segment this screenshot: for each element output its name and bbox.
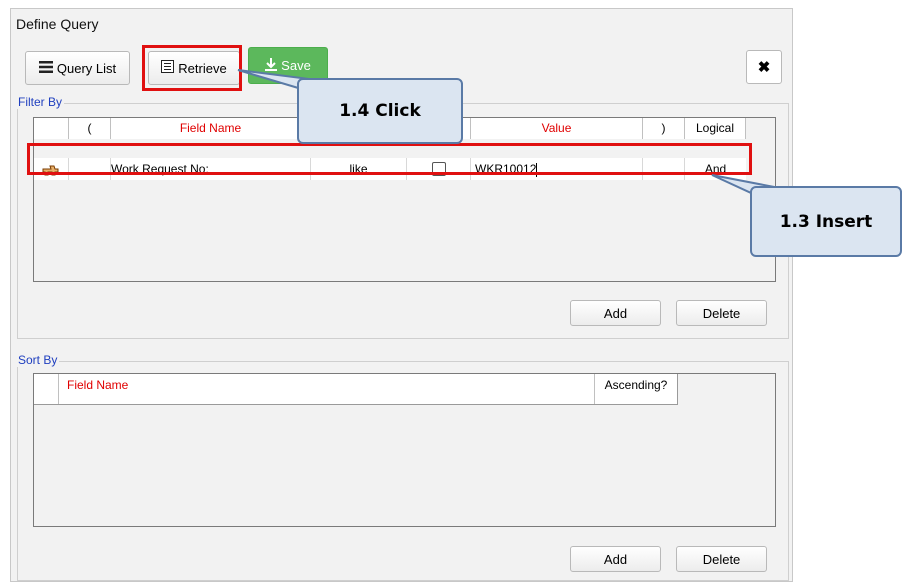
filter-add-button[interactable]: Add xyxy=(570,300,661,326)
insert-callout: 1.3 Insert xyxy=(750,186,902,257)
column-open-paren[interactable]: ( xyxy=(69,118,111,139)
column-logical[interactable]: Logical xyxy=(685,118,746,139)
filter-delete-button[interactable]: Delete xyxy=(676,300,767,326)
click-callout: 1.4 Click xyxy=(297,78,463,144)
column-close-paren[interactable]: ) xyxy=(643,118,685,139)
sort-grid-header: Field Name Ascending? xyxy=(34,374,678,405)
sort-column-field-name[interactable]: Field Name xyxy=(59,374,595,404)
close-button[interactable]: ✖ xyxy=(746,50,782,84)
sort-column-selector xyxy=(34,374,59,404)
query-list-label: Query List xyxy=(56,60,117,76)
column-value[interactable]: Value xyxy=(471,118,643,139)
sort-grid: Field Name Ascending? xyxy=(33,373,776,527)
sort-add-button[interactable]: Add xyxy=(570,546,661,572)
list-icon xyxy=(38,60,53,76)
dialog-title: Define Query xyxy=(16,16,99,32)
retrieve-highlight xyxy=(142,45,242,91)
close-icon: ✖ xyxy=(757,59,771,76)
filter-by-legend: Filter By xyxy=(16,95,65,109)
sort-by-legend: Sort By xyxy=(16,353,60,367)
column-field-name[interactable]: Field Name xyxy=(111,118,311,139)
save-label: Save xyxy=(281,58,311,73)
sort-column-ascending[interactable]: Ascending? xyxy=(595,374,677,404)
download-icon xyxy=(265,57,278,74)
query-list-button[interactable]: Query List xyxy=(25,51,130,85)
sort-delete-button[interactable]: Delete xyxy=(676,546,767,572)
column-selector xyxy=(34,118,69,139)
filter-row-highlight xyxy=(27,143,752,175)
